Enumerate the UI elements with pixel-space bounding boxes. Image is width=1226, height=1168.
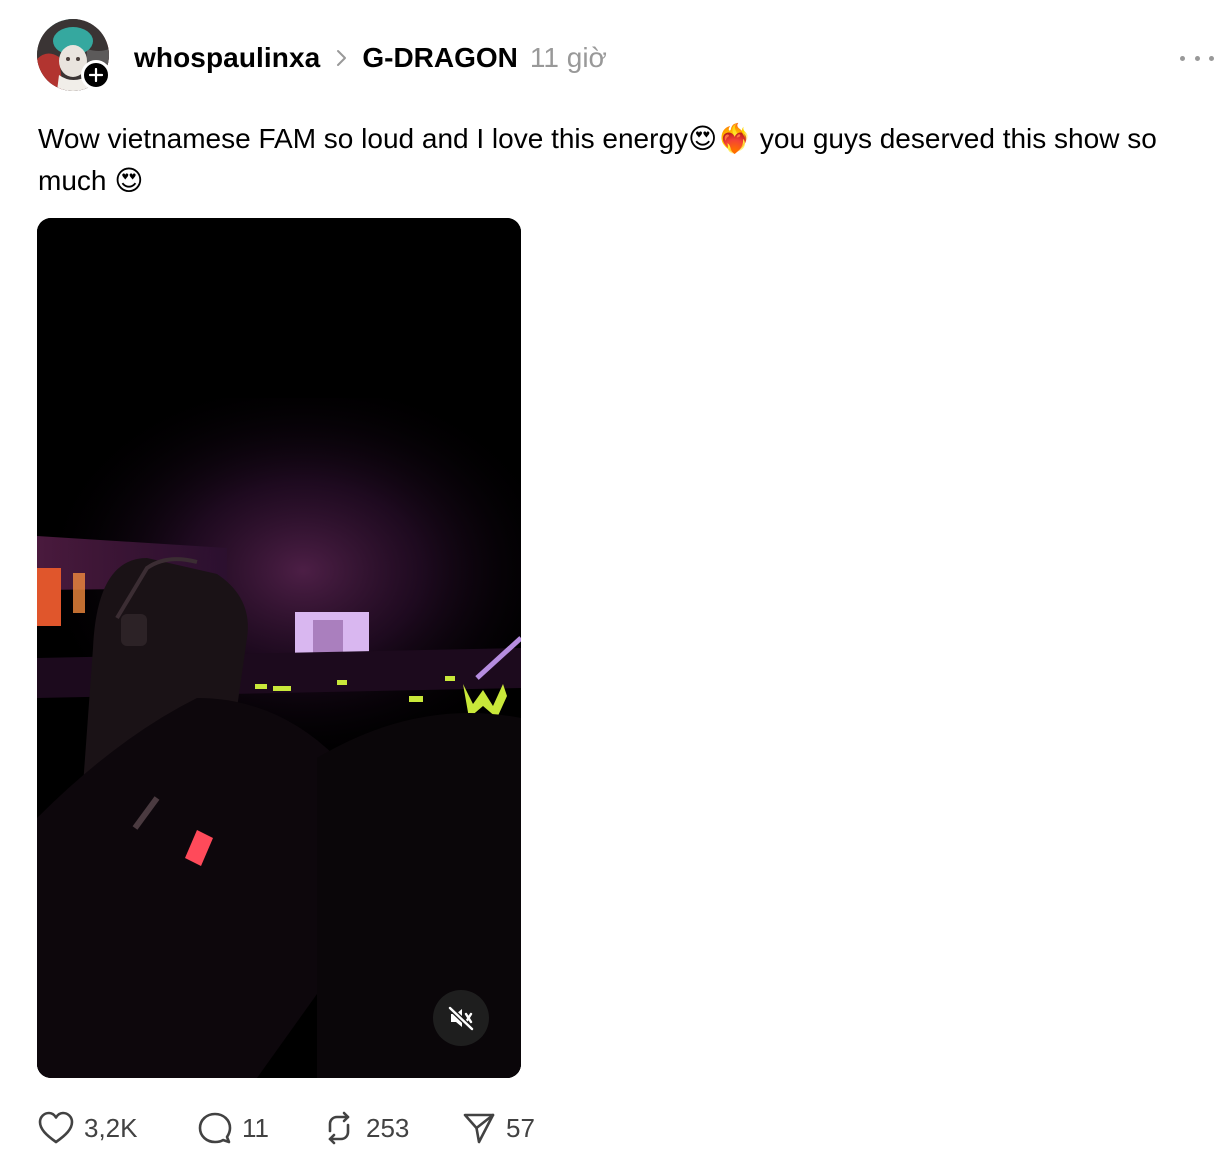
thread-post: whospaulinxa G-DRAGON 11 giờ Wow vietnam… — [0, 0, 1226, 1168]
reply-button[interactable]: 11 — [198, 1106, 269, 1150]
avatar-container[interactable] — [37, 19, 111, 91]
more-horizontal-icon — [1180, 55, 1185, 61]
share-button[interactable]: 57 — [462, 1106, 535, 1150]
like-button[interactable]: 3,2K — [38, 1106, 138, 1150]
post-header: whospaulinxa G-DRAGON 11 giờ — [134, 38, 607, 78]
video-player[interactable] — [37, 218, 521, 1078]
heart-eyes-emoji-2: 😍 — [114, 165, 144, 196]
heart-on-fire-emoji: ❤️‍🔥 — [717, 123, 753, 154]
comment-bubble-icon — [198, 1112, 232, 1144]
speaker-muted-icon — [447, 1005, 475, 1032]
share-count: 57 — [506, 1112, 535, 1143]
chevron-right-icon — [336, 49, 348, 67]
post-timestamp[interactable]: 11 giờ — [530, 42, 607, 74]
send-icon — [463, 1113, 495, 1144]
more-options-button[interactable] — [1180, 48, 1214, 68]
reply-count: 11 — [242, 1112, 269, 1143]
plus-icon — [89, 68, 103, 82]
repost-count: 253 — [366, 1112, 410, 1143]
post-caption: Wow vietnamese FAM so loud and I love th… — [38, 118, 1218, 202]
repost-button[interactable]: 253 — [322, 1106, 409, 1150]
heart-eyes-emoji: 😍 — [688, 123, 718, 154]
topic-link[interactable]: G-DRAGON — [362, 42, 518, 74]
caption-text: Wow vietnamese FAM so loud and I love th… — [38, 123, 689, 154]
like-count: 3,2K — [84, 1112, 138, 1143]
mute-toggle-button[interactable] — [433, 990, 489, 1046]
username-link[interactable]: whospaulinxa — [134, 42, 320, 74]
follow-button[interactable] — [81, 60, 111, 90]
concert-video-frame — [37, 218, 521, 1078]
heart-icon — [38, 1111, 74, 1144]
repost-icon — [328, 1111, 350, 1145]
